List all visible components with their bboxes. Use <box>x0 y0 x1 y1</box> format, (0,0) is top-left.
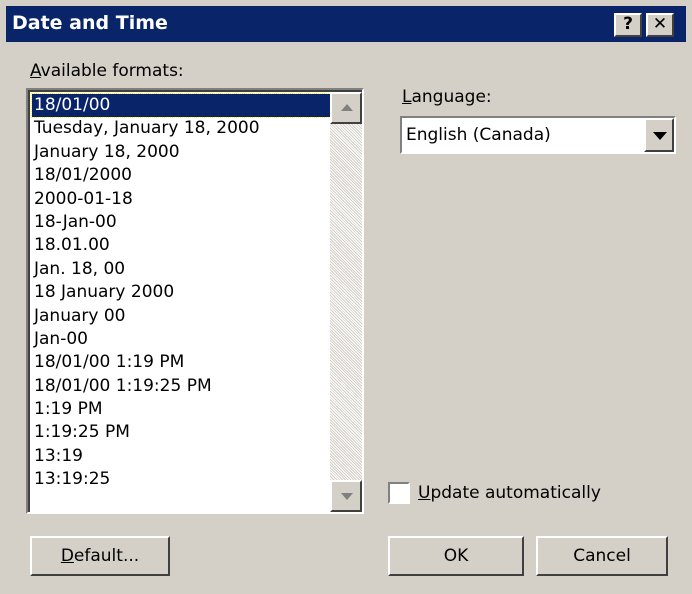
language-selected-value: English (Canada) <box>406 125 551 145</box>
format-list-item[interactable]: 18/01/00 1:19 PM <box>32 351 330 374</box>
format-list-item[interactable]: January 18, 2000 <box>32 141 330 164</box>
close-icon: ✕ <box>652 14 668 34</box>
language-dropdown-button[interactable] <box>644 118 674 152</box>
format-list-item[interactable]: January 00 <box>32 305 330 328</box>
scroll-down-button[interactable] <box>330 480 362 512</box>
format-list-item[interactable]: 13:19 <box>32 445 330 468</box>
title-bar[interactable]: Date and Time ? ✕ <box>6 6 686 42</box>
language-dropdown[interactable]: English (Canada) <box>400 116 676 154</box>
update-automatically-label[interactable]: Update automatically <box>418 482 601 504</box>
language-label-text: anguage: <box>411 87 492 107</box>
formats-list: 18/01/00 Tuesday, January 18, 2000 January… <box>31 92 331 492</box>
format-list-item[interactable]: 18.01.00 <box>32 234 330 257</box>
format-list-item[interactable]: 1:19 PM <box>32 398 330 421</box>
help-button[interactable]: ? <box>614 13 642 37</box>
update-automatically-label-text: pdate automatically <box>430 483 601 503</box>
date-and-time-dialog: Date and Time ? ✕ Available formats: 18/… <box>0 0 692 594</box>
format-list-item[interactable]: Tuesday, January 18, 2000 <box>32 117 330 140</box>
formats-listbox[interactable]: 18/01/00 Tuesday, January 18, 2000 January… <box>25 87 365 515</box>
format-list-item[interactable]: 18/01/2000 <box>32 164 330 187</box>
default-button-label: efault... <box>73 546 140 566</box>
format-list-item[interactable]: 18/01/00 1:19:25 PM <box>32 375 330 398</box>
format-list-item[interactable]: Jan. 18, 00 <box>32 258 330 281</box>
available-formats-label: Available formats: <box>30 60 184 82</box>
scroll-down-arrow-icon <box>341 493 353 500</box>
ok-button[interactable]: OK <box>388 536 524 576</box>
available-formats-mnemonic: A <box>30 61 41 81</box>
format-list-item[interactable]: 13:19:25 <box>32 468 330 491</box>
format-list-item[interactable]: 18 January 2000 <box>32 281 330 304</box>
default-button[interactable]: Default... <box>30 536 170 576</box>
close-button[interactable]: ✕ <box>646 13 674 37</box>
dialog-title: Date and Time <box>12 12 168 34</box>
default-button-mnemonic: D <box>60 546 74 566</box>
format-list-item[interactable]: 1:19:25 PM <box>32 421 330 444</box>
language-label: Language: <box>402 86 492 108</box>
formats-listbox-frame: 18/01/00 Tuesday, January 18, 2000 January… <box>28 90 362 512</box>
available-formats-label-text: vailable formats: <box>40 61 184 81</box>
format-list-item[interactable]: 18/01/00 <box>31 92 331 119</box>
format-list-item[interactable]: 2000-01-18 <box>32 188 330 211</box>
formats-scrollbar[interactable] <box>330 92 362 512</box>
update-automatically-checkbox[interactable] <box>388 482 410 504</box>
update-automatically-mnemonic: U <box>418 483 431 503</box>
cancel-button[interactable]: Cancel <box>536 536 668 576</box>
scroll-up-button[interactable] <box>330 92 362 124</box>
format-list-item[interactable]: Jan-00 <box>32 328 330 351</box>
format-list-item[interactable]: 18-Jan-00 <box>32 211 330 234</box>
chevron-down-icon <box>653 132 667 140</box>
help-icon: ? <box>623 14 633 34</box>
scroll-up-arrow-icon <box>341 104 353 111</box>
